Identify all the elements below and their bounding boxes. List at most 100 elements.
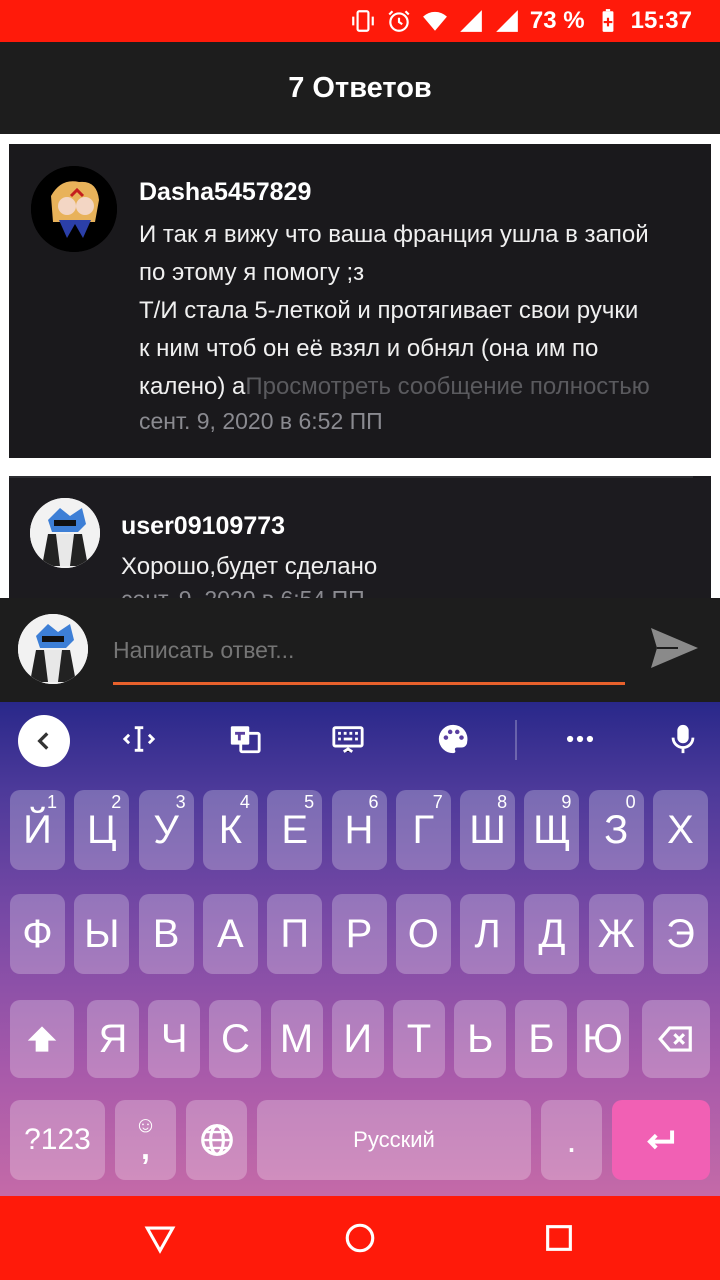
key-8[interactable]: Б: [515, 1000, 568, 1078]
key-10[interactable]: З0: [588, 790, 644, 870]
key-label: Е: [281, 807, 309, 852]
key-label: Щ: [533, 807, 571, 852]
key-label: Ц: [87, 807, 117, 852]
comment-text: И так я вижу что ваша франция ушла в зап…: [139, 216, 699, 406]
comment-username[interactable]: user09109773: [121, 512, 285, 541]
globe-icon: [200, 1124, 233, 1156]
reply-input[interactable]: [113, 630, 625, 670]
avatar[interactable]: [30, 498, 100, 568]
enter-icon: [647, 1130, 675, 1150]
key-6[interactable]: Р: [331, 894, 387, 974]
more-icon[interactable]: [559, 718, 601, 760]
key-label: К: [218, 807, 243, 852]
battery-percent: 73 %: [529, 7, 585, 34]
comment-card[interactable]: user09109773 Хорошо,будет сделано сент. …: [9, 476, 711, 598]
key-label: У: [153, 807, 179, 852]
key-hint: 2: [111, 792, 122, 812]
language-key[interactable]: [186, 1100, 247, 1180]
palette-icon[interactable]: [432, 718, 474, 760]
keyboard: Й1Ц2У3К4Е5Н6Г7Ш8Щ9З0Х ФЫВАПРОЛДЖЭ ЯЧСМИТ…: [0, 702, 720, 1196]
key-4[interactable]: А: [202, 894, 258, 974]
period-key[interactable]: .: [541, 1100, 602, 1180]
key-2[interactable]: Ч: [148, 1000, 201, 1078]
key-1[interactable]: Ф: [10, 894, 65, 974]
key-11[interactable]: Э: [653, 894, 708, 974]
key-7[interactable]: О: [395, 894, 451, 974]
key-11[interactable]: Х: [653, 790, 708, 870]
chevron-left-icon[interactable]: [18, 715, 70, 767]
comment-text: Хорошо,будет сделано: [121, 553, 378, 580]
text-cursor-icon[interactable]: [118, 718, 160, 760]
divider: [9, 476, 693, 478]
battery-charging-icon: [595, 8, 621, 34]
vibrate-icon: [350, 8, 376, 34]
key-10[interactable]: Ж: [588, 894, 644, 974]
alarm-icon: [386, 8, 412, 34]
key-1[interactable]: Я: [87, 1000, 139, 1078]
page-title: 7 Ответов: [288, 71, 432, 104]
reply-input-underline: [113, 682, 625, 685]
key-8[interactable]: Ш8: [460, 790, 516, 870]
home-nav-icon[interactable]: [340, 1218, 380, 1258]
translate-icon[interactable]: [224, 718, 266, 760]
current-user-avatar[interactable]: [18, 614, 88, 684]
key-4[interactable]: К4: [202, 790, 258, 870]
key-9[interactable]: Д: [524, 894, 580, 974]
key-2[interactable]: Ц2: [74, 790, 130, 870]
key-6[interactable]: Н6: [331, 790, 387, 870]
key-label: Х: [667, 807, 694, 852]
key-8[interactable]: Л: [460, 894, 516, 974]
microphone-icon[interactable]: [662, 718, 704, 760]
key-3[interactable]: В: [138, 894, 194, 974]
key-2[interactable]: Ы: [74, 894, 130, 974]
key-hint: 9: [561, 792, 572, 812]
view-full-message-link[interactable]: Просмотреть сообщение полностью: [245, 373, 649, 400]
space-key[interactable]: Русский: [257, 1100, 531, 1180]
comment-timestamp: сент. 9, 2020 в 6:54 ПП: [121, 586, 365, 598]
key-hint: 1: [46, 792, 57, 812]
key-label: Г: [412, 807, 435, 852]
header: 7 Ответов: [0, 42, 720, 134]
key-5[interactable]: И: [331, 1000, 384, 1078]
key-3[interactable]: С: [209, 1000, 262, 1078]
toolbar-divider: [515, 720, 517, 760]
comments-list[interactable]: Dasha5457829 И так я вижу что ваша франц…: [0, 134, 720, 598]
key-6[interactable]: Т: [393, 1000, 445, 1078]
key-1[interactable]: Й1: [10, 790, 65, 870]
clock: 15:37: [630, 7, 692, 34]
comment-timestamp: сент. 9, 2020 в 6:52 ПП: [139, 408, 383, 434]
keyboard-toolbar: [0, 702, 720, 778]
enter-key[interactable]: [612, 1100, 710, 1180]
shift-key[interactable]: [10, 1000, 74, 1078]
key-4[interactable]: М: [270, 1000, 323, 1078]
backspace-key[interactable]: [642, 1000, 710, 1078]
navigation-bar: [0, 1196, 720, 1280]
back-nav-icon[interactable]: [140, 1218, 180, 1258]
key-label: З: [604, 807, 629, 852]
key-9[interactable]: Ю: [576, 1000, 629, 1078]
signal-icon: [458, 8, 484, 34]
key-hint: 4: [239, 792, 250, 812]
recents-nav-icon[interactable]: [539, 1218, 579, 1258]
key-9[interactable]: Щ9: [524, 790, 580, 870]
comment-card[interactable]: Dasha5457829 И так я вижу что ваша франц…: [9, 144, 711, 458]
key-hint: 6: [368, 792, 379, 812]
comment-username[interactable]: Dasha5457829: [139, 178, 311, 207]
status-bar: 73 % 15:37: [0, 0, 720, 42]
key-7[interactable]: Г7: [395, 790, 451, 870]
key-5[interactable]: П: [267, 894, 323, 974]
key-5[interactable]: Е5: [267, 790, 323, 870]
key-label: Й: [23, 807, 52, 852]
keyboard-icon[interactable]: [327, 718, 369, 760]
send-icon[interactable]: [648, 622, 700, 674]
signal-icon-2: [494, 8, 520, 34]
avatar[interactable]: [31, 166, 117, 252]
key-hint: 0: [625, 792, 636, 812]
key-3[interactable]: У3: [138, 790, 194, 870]
key-label: Н: [344, 807, 374, 852]
comma-label: ,: [141, 1130, 150, 1166]
symbols-key[interactable]: ?123: [10, 1100, 105, 1180]
key-hint: 3: [175, 792, 186, 812]
key-7[interactable]: Ь: [454, 1000, 507, 1078]
comma-key[interactable]: ☺ ,: [115, 1100, 176, 1180]
